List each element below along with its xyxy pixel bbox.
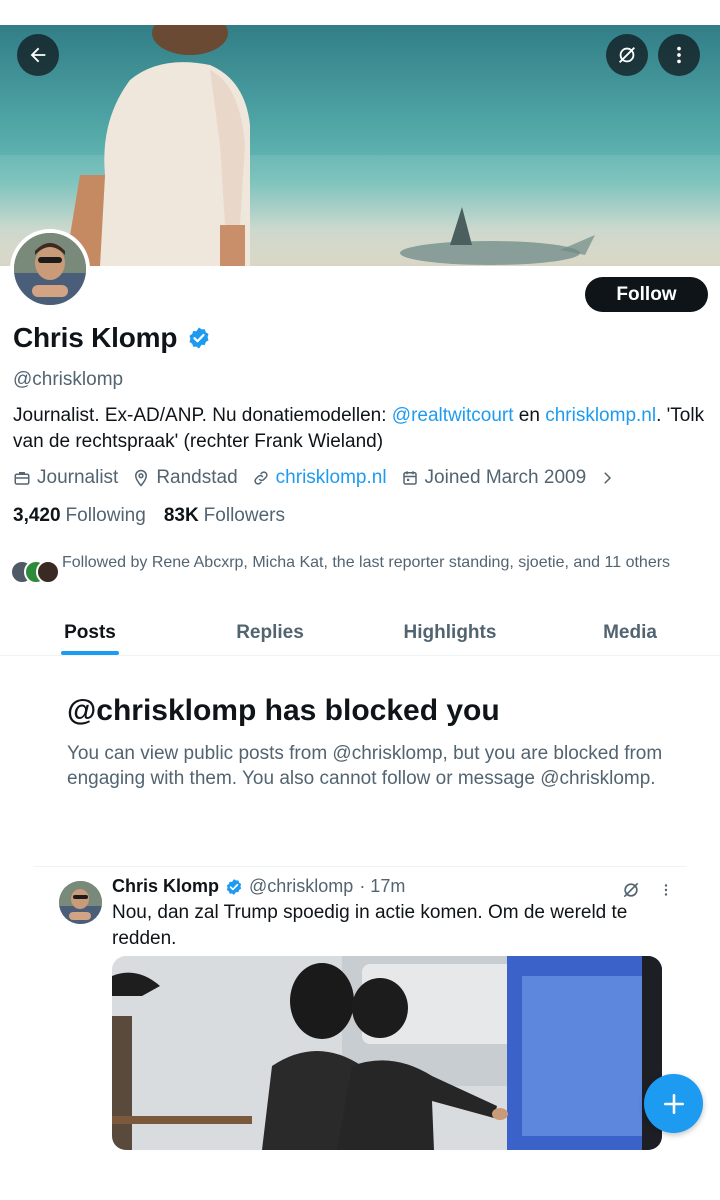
post-text: Nou, dan zal Trump spoedig in actie kome… <box>112 902 628 949</box>
joined-item[interactable]: Joined March 2009 <box>401 467 617 489</box>
follow-button[interactable]: Follow <box>585 277 708 312</box>
followers-count-link[interactable]: 83K Followers <box>164 505 285 527</box>
grok-button[interactable] <box>606 34 648 76</box>
avatar-photo <box>59 881 102 924</box>
tab-label: Posts <box>64 621 116 643</box>
post-avatar[interactable] <box>59 881 102 924</box>
bio-mention-link[interactable]: @realtwitcourt <box>392 405 514 426</box>
followers-you-know-avatars <box>10 560 62 586</box>
grok-icon <box>619 47 635 63</box>
joined-label: Joined March 2009 <box>424 467 587 488</box>
tab-posts[interactable]: Posts <box>0 610 180 655</box>
chevron-right-icon <box>604 472 612 484</box>
post-image[interactable] <box>112 956 662 1150</box>
followers-count: 83K <box>163 505 199 526</box>
profile-handle: @chrisklomp <box>13 369 124 390</box>
blocked-message: You can view public posts from @chrisklo… <box>67 743 663 789</box>
post-photo <box>112 956 662 1150</box>
profile-avatar[interactable] <box>10 229 90 309</box>
verified-badge-icon[interactable] <box>187 326 211 350</box>
tab-label: Highlights <box>403 621 497 643</box>
follow-counts: 3,420 Following 83K Followers <box>13 505 285 527</box>
plus-icon <box>663 1093 684 1114</box>
post-author-handle[interactable]: @chrisklomp <box>249 876 353 897</box>
bio-text: Journalist. Ex-AD/ANP. Nu donatiemodelle… <box>13 405 392 426</box>
banner-person-figure <box>65 25 250 266</box>
following-label: Following <box>65 505 146 526</box>
divider <box>33 866 687 867</box>
more-options-button[interactable] <box>658 34 700 76</box>
location-item: Randstad <box>132 467 238 489</box>
tab-label: Replies <box>236 621 304 643</box>
back-button[interactable] <box>17 34 59 76</box>
blocked-title: @chrisklomp has blocked you <box>67 694 500 727</box>
arrow-left-icon <box>30 47 46 63</box>
tab-highlights[interactable]: Highlights <box>360 610 540 655</box>
calendar-icon <box>402 471 417 485</box>
followers-label: Followers <box>203 505 285 526</box>
more-vertical-icon <box>664 884 668 896</box>
banner-shark-figure <box>400 207 595 265</box>
verified-badge-icon <box>225 878 243 896</box>
profile-meta: Journalist Randstad chrisklomp.nl Joined… <box>13 467 630 489</box>
post-header: Chris Klomp @chrisklomp · 17m <box>112 876 405 897</box>
profile-name: Chris Klomp <box>13 322 178 353</box>
active-tab-indicator <box>61 651 119 655</box>
briefcase-icon <box>14 472 30 485</box>
profession-label: Journalist <box>37 467 119 488</box>
tab-media[interactable]: Media <box>540 610 720 655</box>
followed-by-text: Followed by Rene Abcxrp, Micha Kat, the … <box>62 554 671 571</box>
profile-tabs: Posts Replies Highlights Media <box>0 610 720 656</box>
link-icon <box>254 471 268 485</box>
profile-bio: Journalist. Ex-AD/ANP. Nu donatiemodelle… <box>13 403 713 455</box>
grok-icon <box>623 882 639 898</box>
website-link[interactable]: chrisklomp.nl <box>276 467 387 489</box>
avatar <box>36 560 60 584</box>
bio-website-link[interactable]: chrisklomp.nl <box>545 405 656 426</box>
followed-by[interactable]: Followed by Rene Abcxrp, Micha Kat, the … <box>10 551 700 586</box>
profile-name-row: Chris Klomp <box>13 322 211 354</box>
tab-replies[interactable]: Replies <box>180 610 360 655</box>
post-more-button[interactable] <box>656 880 676 900</box>
post-timestamp[interactable]: · 17m <box>359 876 405 897</box>
following-count-link[interactable]: 3,420 Following <box>13 505 146 527</box>
location-label: Randstad <box>156 467 238 488</box>
more-vertical-icon <box>677 46 681 64</box>
status-bar-area <box>0 0 720 25</box>
location-pin-icon <box>135 469 148 487</box>
avatar-photo <box>14 233 86 305</box>
compose-post-button[interactable] <box>644 1074 703 1133</box>
bio-text: en <box>513 405 546 426</box>
post-author-name[interactable]: Chris Klomp <box>112 876 219 897</box>
post-grok-button[interactable] <box>621 880 641 900</box>
following-count: 3,420 <box>13 505 61 526</box>
website-item[interactable]: chrisklomp.nl <box>252 467 387 489</box>
profession-item: Journalist <box>13 467 118 489</box>
tab-label: Media <box>603 621 657 643</box>
profile-banner[interactable] <box>0 25 720 266</box>
